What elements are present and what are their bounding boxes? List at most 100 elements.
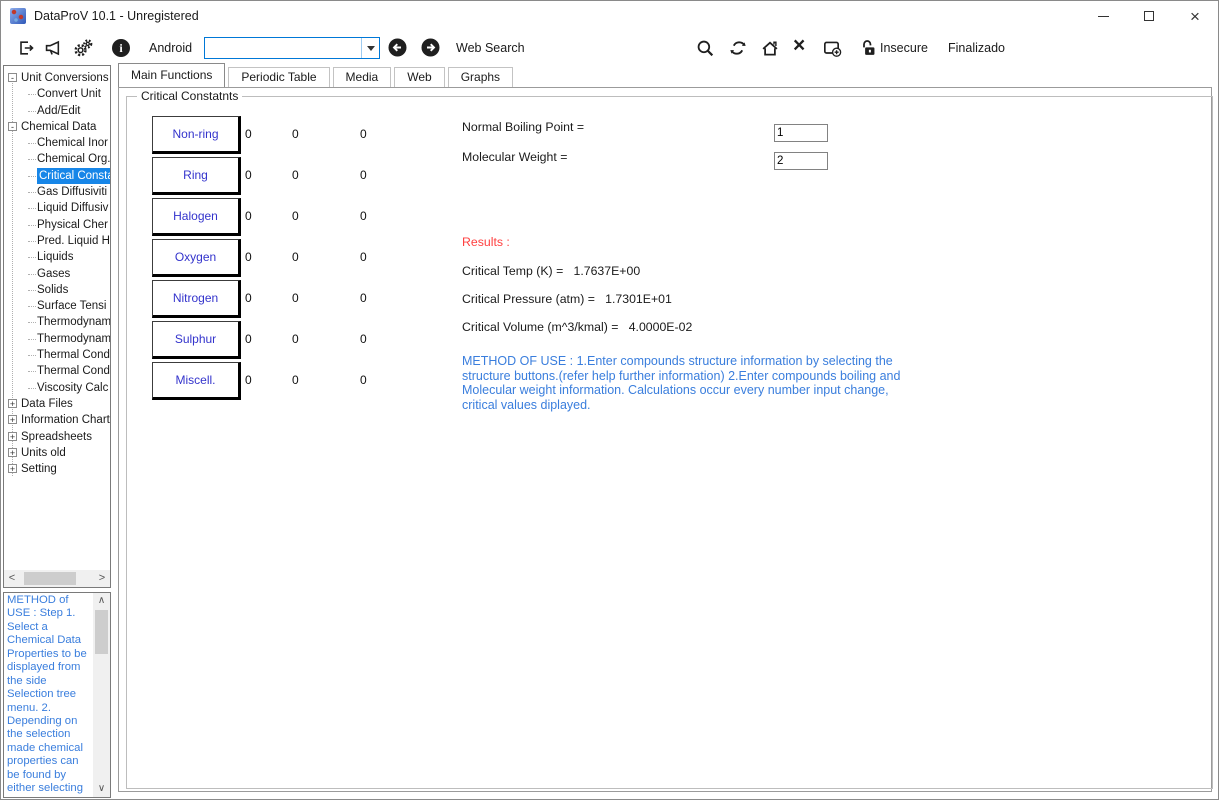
structure-count: 0: [245, 332, 252, 346]
tree-item[interactable]: Thermodynam: [4, 314, 110, 330]
tree-item[interactable]: + Information Charts: [4, 412, 110, 428]
structure-count: 0: [292, 332, 299, 346]
minimize-icon: [1098, 16, 1109, 17]
announce-button[interactable]: [43, 38, 63, 58]
structure-count: 0: [360, 373, 367, 387]
tree-expand-icon[interactable]: +: [8, 399, 17, 408]
tree-item-label: Pred. Liquid H: [37, 233, 110, 249]
tree-expand-icon[interactable]: +: [8, 464, 17, 473]
structure-button[interactable]: Nitrogen: [152, 280, 241, 318]
search-combobox[interactable]: [204, 37, 380, 59]
toolbar: i Android Web Search × Insecure Finaliza…: [1, 31, 1218, 65]
structure-button[interactable]: Non-ring: [152, 116, 241, 154]
tree-item[interactable]: Liquids: [4, 249, 110, 265]
scroll-left-icon[interactable]: <: [4, 570, 20, 587]
tree-item[interactable]: Thermal Cond: [4, 347, 110, 363]
scroll-down-icon[interactable]: ∨: [93, 781, 110, 797]
home-button[interactable]: [760, 38, 780, 58]
info-button[interactable]: i: [112, 39, 130, 57]
tree-items: - Unit Conversions Convert Unit Add/Edit…: [4, 70, 110, 477]
tree-expand-icon[interactable]: +: [8, 448, 17, 457]
structure-count: 0: [360, 209, 367, 223]
tab[interactable]: Graphs: [448, 67, 513, 87]
result-line: Critical Temp (K) = 1.7637E+00: [462, 264, 692, 279]
tree-expand-icon[interactable]: -: [8, 122, 17, 131]
close-button[interactable]: ×: [1172, 1, 1218, 31]
scroll-right-icon[interactable]: >: [94, 570, 110, 587]
search-button[interactable]: [695, 38, 715, 58]
scroll-thumb[interactable]: [95, 610, 108, 654]
tab[interactable]: Main Functions: [118, 63, 225, 87]
tree-item[interactable]: Convert Unit: [4, 86, 110, 102]
result-line: Critical Pressure (atm) = 1.7301E+01: [462, 292, 692, 307]
tree-expand-icon[interactable]: +: [8, 432, 17, 441]
tree-item[interactable]: Gas Diffusiviti: [4, 184, 110, 200]
tree-item[interactable]: Viscosity Calc: [4, 380, 110, 396]
tree-item[interactable]: Gases: [4, 266, 110, 282]
refresh-button[interactable]: [728, 38, 748, 58]
tree-item[interactable]: - Chemical Data: [4, 119, 110, 135]
structure-button[interactable]: Sulphur: [152, 321, 241, 359]
tree-item[interactable]: Thermal Cond: [4, 363, 110, 379]
tree-expand-icon[interactable]: +: [8, 415, 17, 424]
tab[interactable]: Media: [333, 67, 392, 87]
tree-item[interactable]: + Setting: [4, 461, 110, 477]
tree-item[interactable]: Chemical Inor: [4, 135, 110, 151]
tab[interactable]: Periodic Table: [228, 67, 329, 87]
structure-button[interactable]: Oxygen: [152, 239, 241, 277]
boiling-point-input[interactable]: [774, 124, 828, 142]
structure-button[interactable]: Halogen: [152, 198, 241, 236]
scroll-up-icon[interactable]: ∧: [93, 593, 110, 609]
forward-button[interactable]: [421, 38, 440, 57]
minimize-button[interactable]: [1080, 1, 1126, 31]
back-button[interactable]: [388, 38, 407, 57]
molecular-weight-input[interactable]: [774, 152, 828, 170]
home-icon: [760, 38, 780, 58]
maximize-button[interactable]: [1126, 1, 1172, 31]
tree-expand-icon[interactable]: -: [8, 73, 17, 82]
tree-item[interactable]: Chemical Org.: [4, 151, 110, 167]
combo-dropdown-button[interactable]: [361, 38, 379, 58]
search-input[interactable]: [206, 39, 364, 57]
structure-button[interactable]: Miscell.: [152, 362, 241, 400]
refresh-icon: [728, 38, 748, 58]
insecure-label: Insecure: [880, 31, 928, 65]
tree-item-label: Add/Edit: [37, 103, 80, 119]
tab-page-main-functions: Critical Constatnts Non-ring 0 0 0 Ring …: [118, 87, 1212, 792]
tree-item[interactable]: Pred. Liquid H: [4, 233, 110, 249]
tree-item[interactable]: Surface Tensi: [4, 298, 110, 314]
main-panel: Main FunctionsPeriodic TableMediaWebGrap…: [116, 65, 1214, 798]
structure-count: 0: [292, 168, 299, 182]
tree-item-label: Thermodynam: [37, 314, 111, 330]
tree-item-label: Thermal Cond: [37, 347, 110, 363]
tab[interactable]: Web: [394, 67, 444, 87]
tree-item[interactable]: Physical Cher: [4, 217, 110, 233]
help-vertical-scrollbar[interactable]: ∧ ∨: [93, 593, 110, 797]
security-button[interactable]: [858, 38, 878, 58]
tree-item[interactable]: Solids: [4, 282, 110, 298]
structure-count: 0: [292, 250, 299, 264]
stop-button[interactable]: ×: [793, 36, 805, 56]
settings-button[interactable]: [73, 38, 93, 58]
structure-button[interactable]: Ring: [152, 157, 241, 195]
new-tab-button[interactable]: [821, 38, 842, 58]
structure-count: 0: [292, 127, 299, 141]
scroll-thumb[interactable]: [24, 572, 76, 585]
tree-item[interactable]: - Unit Conversions: [4, 70, 110, 86]
tree-item[interactable]: Add/Edit: [4, 103, 110, 119]
tree-horizontal-scrollbar[interactable]: < >: [4, 570, 110, 587]
gears-icon: [73, 38, 93, 58]
tree-item[interactable]: + Spreadsheets: [4, 429, 110, 445]
result-line: Critical Volume (m^3/kmal) = 4.0000E-02: [462, 320, 692, 335]
method-of-use-text: METHOD OF USE : 1.Enter compounds struct…: [462, 354, 924, 413]
structure-count: 0: [245, 373, 252, 387]
exit-button[interactable]: [17, 39, 35, 57]
tree-item[interactable]: + Units old: [4, 445, 110, 461]
tree-item[interactable]: Liquid Diffusiv: [4, 200, 110, 216]
help-panel: METHOD of USE : Step 1. Select a Chemica…: [3, 592, 111, 798]
tree-item[interactable]: + Data Files: [4, 396, 110, 412]
tree-item[interactable]: Critical Consta: [4, 168, 110, 184]
structure-count: 0: [292, 373, 299, 387]
tree-item[interactable]: Thermodynam: [4, 331, 110, 347]
app-window: DataProV 10.1 - Unregistered × i Android…: [0, 0, 1219, 800]
